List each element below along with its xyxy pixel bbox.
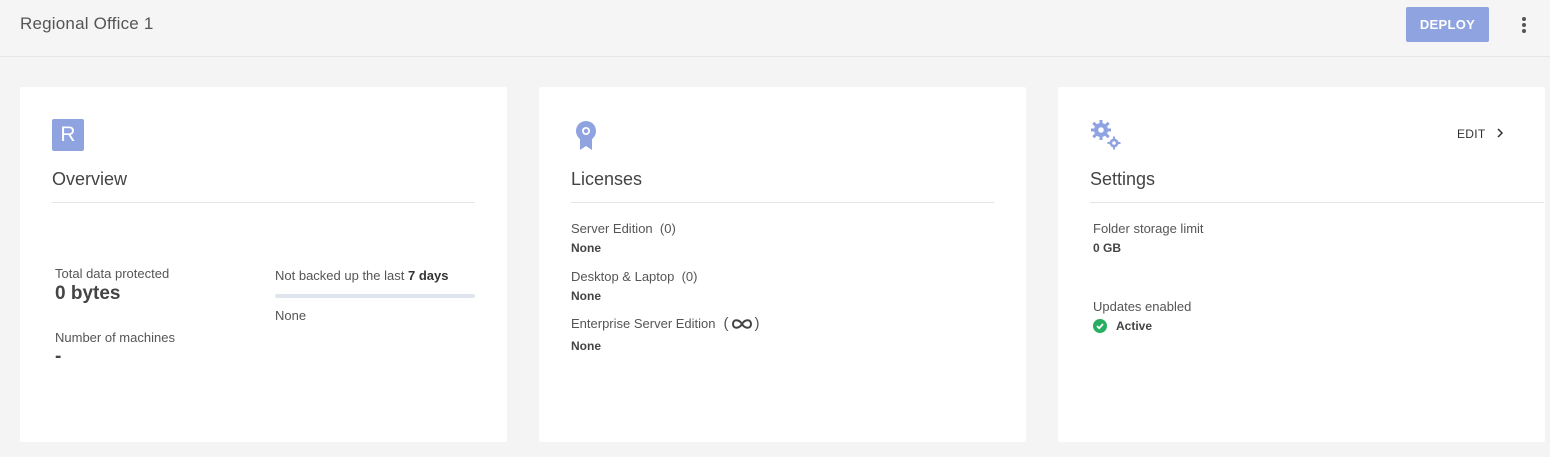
chevron-right-icon bbox=[1496, 127, 1504, 141]
machines-value: - bbox=[55, 346, 62, 367]
not-backed-progress-bar bbox=[275, 294, 475, 298]
licenses-title: Licenses bbox=[571, 169, 643, 189]
folder-limit-label: Folder storage limit bbox=[1093, 221, 1204, 236]
license-server-label: Server Edition (0) bbox=[571, 221, 676, 236]
not-backed-label: Not backed up the last 7 days bbox=[275, 268, 448, 283]
license-name: Desktop & Laptop bbox=[571, 269, 675, 284]
not-backed-prefix: Not backed up the last bbox=[275, 268, 405, 283]
updates-label: Updates enabled bbox=[1093, 299, 1192, 314]
check-circle-icon bbox=[1093, 319, 1107, 333]
page-title: Regional Office 1 bbox=[20, 14, 154, 33]
license-badge-icon bbox=[574, 120, 598, 157]
page-header: Regional Office 1 DEPLOY bbox=[0, 0, 1550, 57]
updates-value: Active bbox=[1116, 319, 1153, 333]
edit-settings-link[interactable]: EDIT bbox=[1457, 127, 1504, 141]
settings-title: Settings bbox=[1090, 169, 1156, 189]
license-name: Server Edition bbox=[571, 221, 653, 236]
total-data-label: Total data protected bbox=[55, 266, 170, 281]
license-desktop-value: None bbox=[571, 289, 601, 303]
site-avatar: R bbox=[52, 119, 84, 151]
license-name: Enterprise Server Edition bbox=[571, 316, 716, 331]
licenses-card: Licenses Server Edition (0) None Desktop… bbox=[539, 87, 1026, 442]
infinity-icon bbox=[730, 318, 754, 330]
overview-card: R Overview Total data protected 0 bytes … bbox=[20, 87, 507, 442]
license-server-value: None bbox=[571, 241, 601, 255]
updates-status: Active bbox=[1093, 319, 1152, 333]
machines-label: Number of machines bbox=[55, 330, 175, 345]
not-backed-value: None bbox=[275, 308, 307, 323]
license-enterprise-label: Enterprise Server Edition ( ) bbox=[571, 315, 760, 332]
settings-card: EDIT Settings Folder storage limit 0 GB … bbox=[1058, 87, 1545, 442]
license-desktop-label: Desktop & Laptop (0) bbox=[571, 269, 697, 284]
folder-limit-value: 0 GB bbox=[1093, 241, 1122, 255]
license-enterprise-value: None bbox=[571, 339, 601, 353]
divider bbox=[571, 202, 994, 203]
not-backed-days: 7 days bbox=[407, 268, 449, 283]
edit-label: EDIT bbox=[1457, 127, 1486, 141]
deploy-button[interactable]: DEPLOY bbox=[1406, 7, 1489, 42]
more-options-icon[interactable] bbox=[1516, 14, 1532, 36]
total-data-value: 0 bytes bbox=[55, 283, 121, 304]
divider bbox=[52, 202, 475, 203]
license-count: (0) bbox=[681, 269, 698, 284]
license-count: (0) bbox=[659, 221, 676, 236]
divider bbox=[1090, 202, 1544, 203]
overview-title: Overview bbox=[52, 169, 128, 189]
gears-icon bbox=[1090, 119, 1122, 156]
